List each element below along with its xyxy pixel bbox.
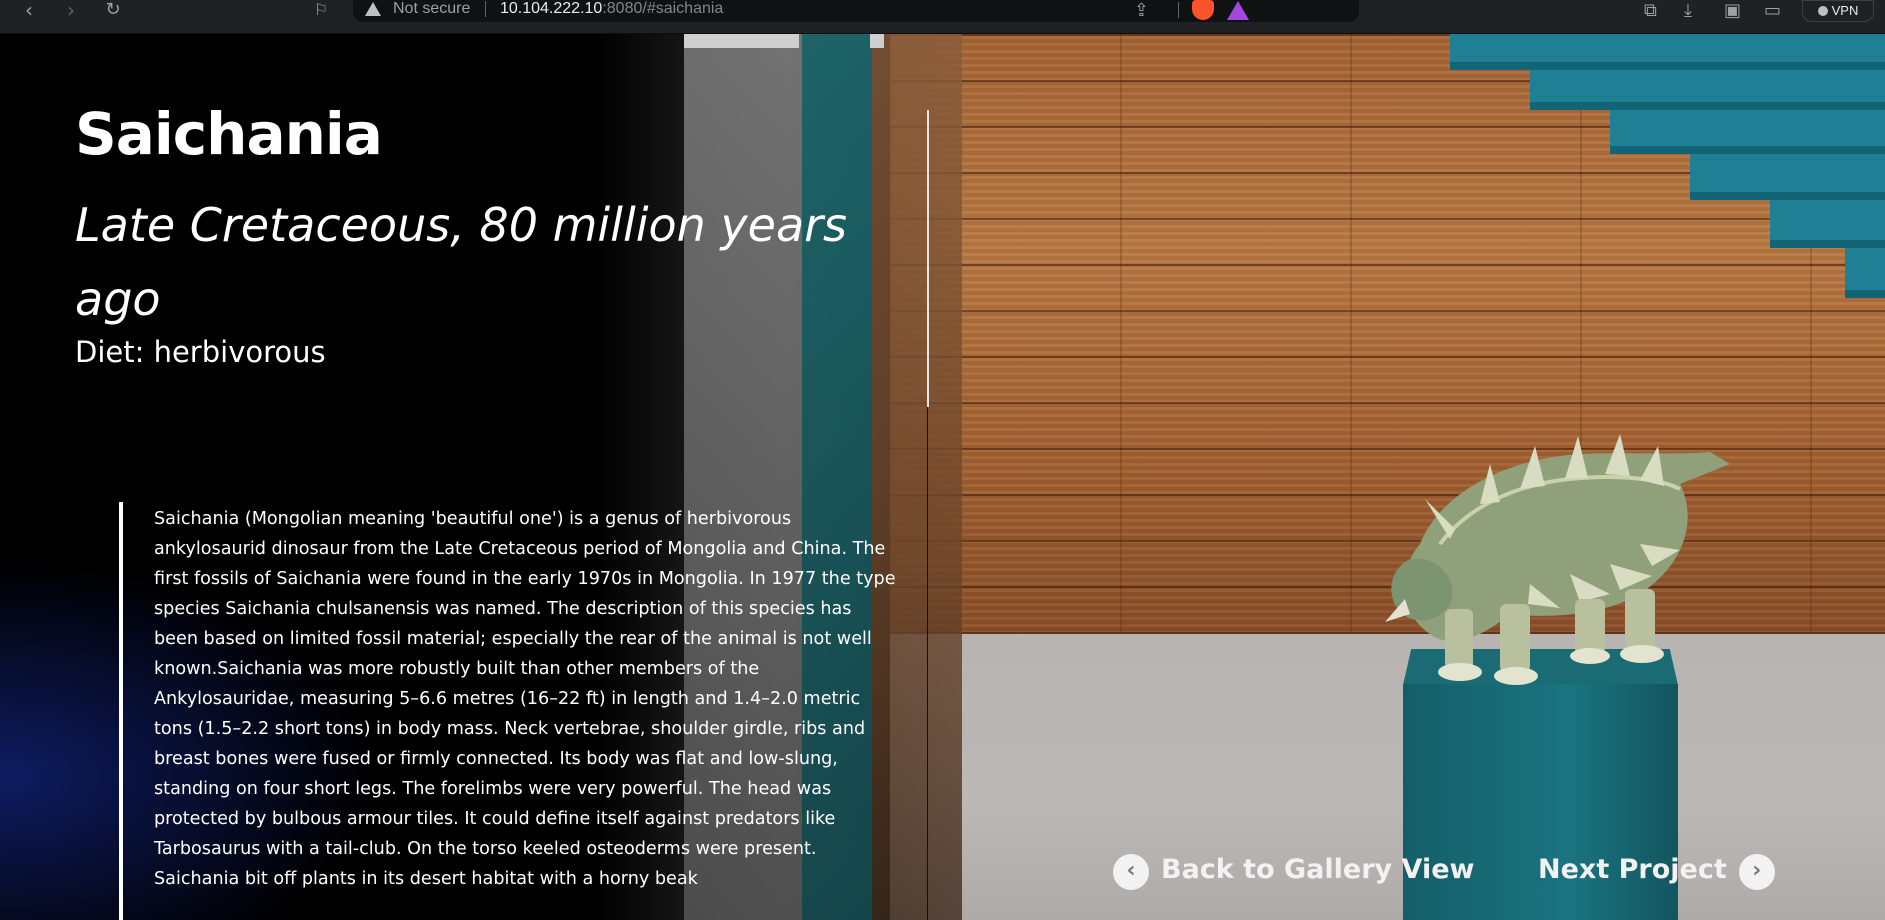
back-to-gallery-button[interactable]: ‹ Back to Gallery View (1113, 850, 1474, 890)
divider (1178, 2, 1179, 18)
exhibit-description: Saichania (Mongolian meaning 'beautiful … (154, 509, 896, 889)
brave-shields-icon[interactable] (1192, 0, 1214, 20)
stair-step (1610, 110, 1885, 154)
sidebar-icon[interactable]: ▣ (1724, 0, 1741, 21)
chevron-right-icon: › (1738, 854, 1775, 890)
url-path: :8080/#saichania (602, 0, 724, 17)
brave-rewards-icon[interactable] (1227, 1, 1249, 20)
exhibit-title: Saichania (75, 100, 383, 168)
download-icon[interactable]: ⤓ (1684, 0, 1692, 21)
divider (927, 110, 929, 407)
url-text[interactable]: 10.104.222.10:8080/#saichania (500, 0, 723, 18)
forward-arrow-icon[interactable]: › (56, 0, 86, 22)
divider (485, 1, 486, 17)
next-project-button[interactable]: Next Project › (1538, 850, 1775, 890)
vpn-label: VPN (1831, 3, 1859, 18)
extensions-icon[interactable]: ⧉ (1644, 0, 1657, 21)
quote-rule (119, 502, 123, 920)
exhibit-diet: Diet: herbivorous (75, 335, 326, 369)
stair-step (1450, 34, 1885, 70)
stair-step (1770, 200, 1885, 248)
chevron-left-icon: ‹ (1113, 854, 1149, 890)
wallet-icon[interactable]: ▭ (1764, 0, 1781, 21)
url-host: 10.104.222.10 (500, 0, 603, 17)
back-to-gallery-label: Back to Gallery View (1161, 854, 1475, 885)
stair-step (1690, 154, 1885, 200)
not-secure-label: Not secure (393, 0, 471, 17)
stair-step (1845, 248, 1885, 298)
warning-icon (365, 2, 381, 16)
address-bar[interactable]: Not secure 10.104.222.10:8080/#saichania… (353, 0, 1359, 22)
reload-icon[interactable]: ↻ (98, 0, 128, 22)
back-arrow-icon[interactable]: ‹ (14, 0, 44, 22)
browser-toolbar: ‹ › ↻ ⚐ Not secure 10.104.222.10:8080/#s… (0, 0, 1885, 34)
vpn-status-icon (1817, 6, 1828, 16)
stair-step (1530, 70, 1885, 110)
vpn-button[interactable]: VPN (1802, 0, 1874, 22)
panel-transition (684, 34, 799, 48)
bookmark-icon[interactable]: ⚐ (306, 0, 336, 22)
share-icon[interactable]: ⇪ (1134, 0, 1149, 21)
panel-transition (870, 34, 884, 48)
exhibit-period: Late Cretaceous, 80 million years ago (75, 198, 848, 326)
saichania-model-icon[interactable] (1380, 394, 1740, 754)
next-project-label: Next Project (1538, 854, 1727, 885)
divider (927, 407, 928, 920)
